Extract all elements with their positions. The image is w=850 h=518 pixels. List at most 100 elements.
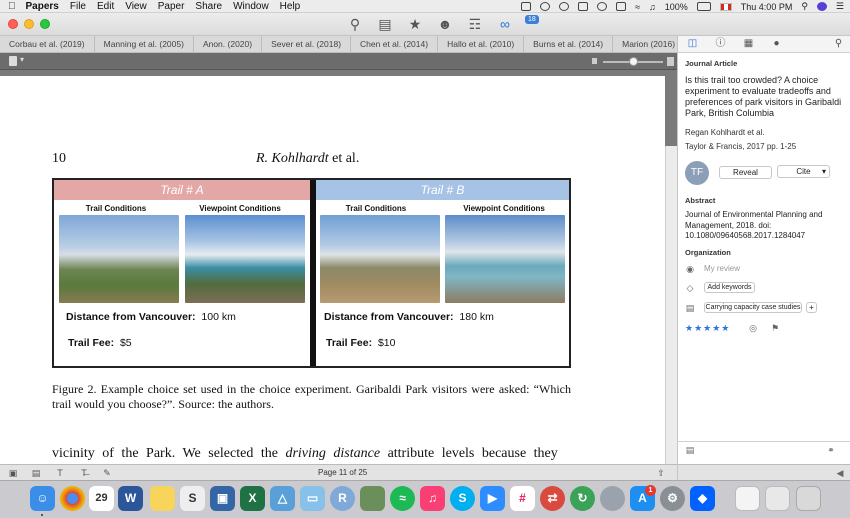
downloads-stack-icon[interactable] (765, 486, 790, 511)
spotlight-search-icon[interactable]: ⚲ (801, 1, 808, 12)
document-stack-icon[interactable] (735, 486, 760, 511)
zoom-slider-handle[interactable] (629, 57, 638, 66)
zoom-out-icon[interactable] (592, 58, 597, 64)
strikethrough-icon[interactable]: T̶ (79, 468, 89, 478)
shield-tray-icon[interactable] (578, 2, 589, 11)
vpn-tray-icon[interactable] (559, 2, 570, 11)
apple-menu-icon[interactable]:  (8, 1, 16, 12)
menu-share[interactable]: Share (195, 1, 222, 12)
sync-app-icon[interactable]: ↻ (570, 486, 595, 511)
skype-icon[interactable]: S (450, 486, 475, 511)
review-field[interactable]: My review (704, 264, 740, 273)
reveal-button[interactable]: Reveal (719, 166, 772, 179)
journal-avatar: TF (685, 161, 709, 185)
scrivener-icon[interactable]: S (180, 486, 205, 511)
system-preferences-icon[interactable]: ⚙ (660, 486, 685, 511)
input-source-flag-icon[interactable] (719, 2, 732, 11)
sync-tray-icon[interactable] (540, 2, 551, 11)
music-icon[interactable]: ♫ (420, 486, 445, 511)
tab-paper-1[interactable]: Corbau et al. (2019) (0, 35, 95, 53)
pro-app-icon[interactable] (600, 486, 625, 511)
spotify-icon[interactable]: ≈ (390, 486, 415, 511)
dropbox-icon[interactable]: ◆ (690, 486, 715, 511)
add-collection-button[interactable]: + (806, 302, 817, 313)
tab-paper-5[interactable]: Chen et al. (2014) (351, 35, 439, 53)
document-icon[interactable] (9, 56, 17, 66)
article-title[interactable]: Is this trail too crowded? A choice expe… (685, 75, 845, 119)
finder-icon[interactable]: ☺ (30, 486, 55, 511)
panel-collapse-icon[interactable]: ◀ (835, 468, 845, 478)
flag-icon[interactable]: ⚑ (770, 323, 780, 333)
wifi-icon[interactable]: ≈ (635, 2, 640, 12)
volume-icon[interactable]: ♫ (649, 2, 656, 12)
menu-paper[interactable]: Paper (158, 1, 185, 12)
share-icon[interactable]: ⇧ (656, 468, 666, 478)
trail-a-fee: Trail Fee: $5 (68, 337, 132, 349)
library-app-icon[interactable]: ▣ (210, 486, 235, 511)
note-icon[interactable]: ▤ (685, 445, 695, 455)
search-plus-icon[interactable]: ⚲ (346, 16, 364, 32)
calendar-icon[interactable]: 29 (89, 486, 114, 511)
attachment-icon[interactable]: ⚭ (826, 445, 836, 455)
clock[interactable]: Thu 4:00 PM (741, 2, 793, 12)
text-annotation-icon[interactable]: T (55, 468, 65, 478)
drive-icon[interactable]: △ (270, 486, 295, 511)
rating-stars[interactable]: ★★★★★ (685, 323, 730, 334)
inspector-tab-info-icon[interactable]: ⓘ (715, 39, 726, 49)
chevron-down-icon[interactable]: ▾ (20, 55, 24, 64)
bluetooth-tray-icon[interactable] (616, 2, 627, 11)
book-icon[interactable]: ☶ (466, 16, 484, 32)
pen-icon[interactable]: ✎ (102, 468, 112, 478)
tab-paper-8[interactable]: Marion (2016) (613, 35, 686, 53)
notes-icon[interactable]: ▤ (31, 468, 41, 478)
tab-paper-7[interactable]: Burns et al. (2014) (524, 35, 614, 53)
add-keywords-button[interactable]: Add keywords (704, 282, 755, 293)
collection-chip[interactable]: Carrying capacity case studies (704, 302, 802, 313)
menu-window[interactable]: Window (233, 1, 269, 12)
inspector-tab-comments-icon[interactable]: ● (771, 39, 782, 49)
dropbox-tray-icon[interactable] (521, 2, 532, 11)
trash-icon[interactable] (796, 486, 821, 511)
maps-app-icon[interactable] (360, 486, 385, 511)
r-icon[interactable]: R (330, 486, 355, 511)
inspector-search-icon[interactable]: ⚲ (833, 39, 844, 49)
notification-center-icon[interactable]: ☰ (836, 1, 844, 12)
library-icon[interactable]: ▤ (376, 16, 394, 32)
zoom-window-button[interactable] (40, 19, 50, 29)
eye-icon[interactable]: ◎ (748, 323, 758, 333)
tab-paper-6[interactable]: Hallo et al. (2010) (438, 35, 525, 53)
article-author[interactable]: Regan Kohlhardt et al. (685, 128, 765, 137)
sidebar-toggle-icon[interactable]: ▣ (8, 468, 18, 478)
tab-paper-2[interactable]: Manning et al. (2005) (95, 35, 194, 53)
tab-paper-3[interactable]: Anon. (2020) (194, 35, 263, 53)
menu-view[interactable]: View (125, 1, 147, 12)
word-icon[interactable]: W (118, 486, 143, 511)
pdf-viewer[interactable]: 10 R. Kohlhardt et al. Trail # A Trail C… (0, 70, 677, 464)
notes-app-icon[interactable] (150, 486, 175, 511)
menu-app-name[interactable]: Papers (26, 1, 59, 12)
battery-percent[interactable]: 100% (665, 2, 688, 12)
minimize-window-button[interactable] (24, 19, 34, 29)
tab-paper-4[interactable]: Sever et al. (2018) (262, 35, 352, 53)
user-icon[interactable]: ☻ (436, 16, 454, 32)
menu-file[interactable]: File (70, 1, 86, 12)
star-icon[interactable]: ★ (406, 16, 424, 32)
timemachine-tray-icon[interactable] (597, 2, 608, 11)
menu-help[interactable]: Help (280, 1, 301, 12)
glasses-icon[interactable]: ∞ (496, 16, 514, 32)
inspector-tab-folder-icon[interactable]: ▦ (743, 39, 754, 49)
close-window-button[interactable] (8, 19, 18, 29)
siri-icon[interactable] (816, 2, 827, 11)
excel-icon[interactable]: X (240, 486, 265, 511)
trail-b-distance-value: 180 km (459, 311, 494, 323)
chrome-icon[interactable] (60, 486, 85, 511)
app-arrow-icon[interactable]: ⇄ (540, 486, 565, 511)
inspector-tab-sidebar-icon[interactable]: ◫ (687, 39, 698, 49)
vertical-scrollbar[interactable] (665, 146, 677, 464)
zoom-in-icon[interactable] (667, 57, 674, 66)
keynote-icon[interactable]: ▭ (300, 486, 325, 511)
menu-edit[interactable]: Edit (97, 1, 114, 12)
zoom-icon[interactable]: ▶ (480, 486, 505, 511)
slack-icon[interactable]: # (510, 486, 535, 511)
cite-button[interactable]: Cite ▾ (777, 165, 830, 178)
